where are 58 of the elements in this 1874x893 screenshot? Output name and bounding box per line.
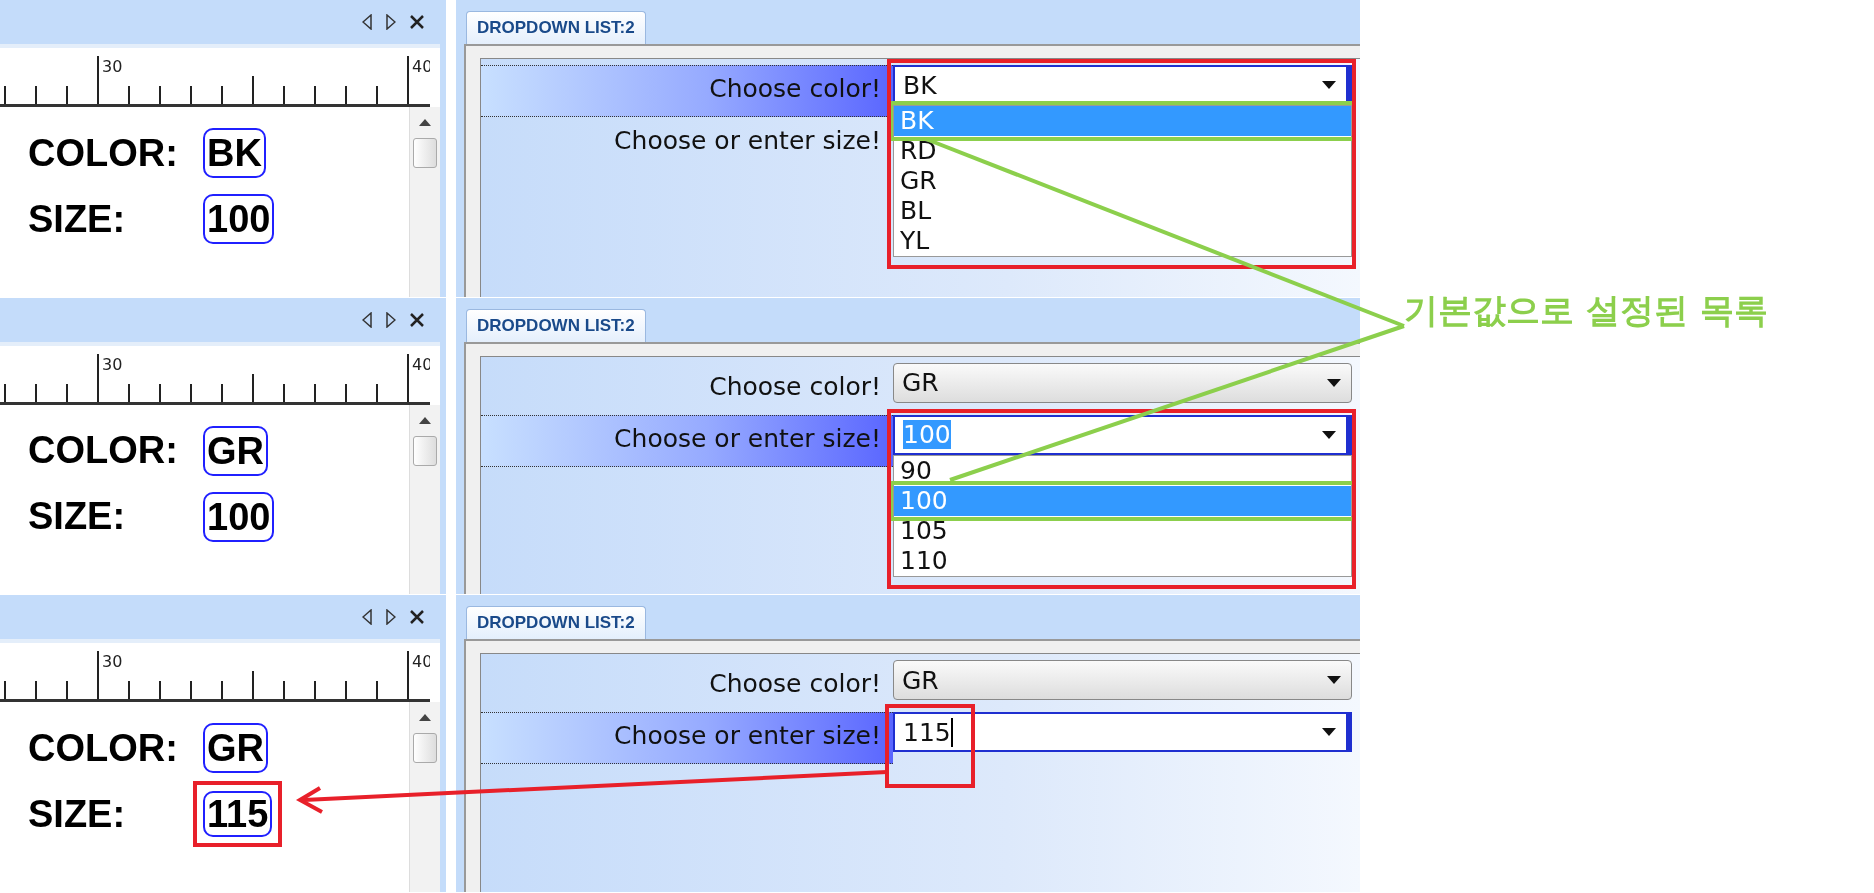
preview-value: 115 <box>203 791 273 838</box>
caret-icon <box>1327 676 1341 685</box>
dropdown-option[interactable]: YL <box>894 226 1351 256</box>
left-triangle-icon[interactable] <box>362 609 372 626</box>
field-label: Choose or enter size! <box>481 712 893 765</box>
scroll-up-icon[interactable] <box>419 416 431 424</box>
tab[interactable]: DROPDOWN LIST:2 <box>466 11 646 44</box>
right-triangle-icon[interactable] <box>386 609 396 626</box>
preview-value: 100 <box>203 491 275 542</box>
preview-label: SIZE: <box>28 495 127 539</box>
field-label: Choose color! <box>708 370 882 403</box>
tab[interactable]: DROPDOWN LIST:2 <box>466 308 646 342</box>
preview-label: COLOR: <box>28 429 179 473</box>
field-label: Choose or enter size! <box>481 414 893 467</box>
close-icon[interactable] <box>410 15 424 29</box>
combo-box[interactable]: 115 <box>893 712 1352 753</box>
preview-value: 100 <box>203 194 275 244</box>
right-triangle-icon[interactable] <box>386 311 396 328</box>
combo-box[interactable]: GR <box>893 362 1352 403</box>
ruler-label: 30 <box>102 354 123 374</box>
annotation-text: 기본값으로 설정된 목록 <box>1404 290 1768 330</box>
ruler-label: 30 <box>102 57 123 76</box>
dropdown-option[interactable]: 105 <box>894 515 1351 546</box>
caret-icon <box>1322 430 1336 439</box>
preview-label: SIZE: <box>28 792 127 836</box>
field-label: Choose color! <box>708 668 882 701</box>
close-icon[interactable] <box>410 610 424 625</box>
scroll-up-icon[interactable] <box>419 119 431 126</box>
scroll-thumb[interactable] <box>413 435 437 466</box>
left-triangle-icon[interactable] <box>362 311 372 328</box>
scroll-thumb[interactable] <box>413 733 437 764</box>
field-label: Choose color! <box>481 65 893 117</box>
close-icon[interactable] <box>410 312 424 327</box>
right-triangle-icon[interactable] <box>386 14 396 30</box>
scroll-thumb[interactable] <box>413 138 437 168</box>
dropdown-option[interactable]: 90 <box>894 455 1351 486</box>
dropdown-option[interactable]: RD <box>894 136 1351 166</box>
scrollbar[interactable] <box>409 404 440 595</box>
combo-box[interactable]: GR <box>893 660 1352 701</box>
preview-label: COLOR: <box>28 131 179 175</box>
dropdown-option[interactable]: BL <box>894 196 1351 226</box>
preview-value: GR <box>203 723 268 774</box>
preview-value: BK <box>203 128 266 178</box>
preview-label: SIZE: <box>28 197 127 241</box>
scrollbar[interactable] <box>409 702 440 892</box>
caret-icon <box>1322 81 1336 89</box>
scrollbar[interactable] <box>409 107 440 297</box>
caret-icon <box>1327 378 1341 387</box>
caret-icon <box>1322 728 1336 737</box>
dropdown-option[interactable]: 110 <box>894 545 1351 576</box>
scroll-up-icon[interactable] <box>419 714 431 722</box>
ruler-label: 30 <box>102 652 123 672</box>
dropdown-option[interactable]: GR <box>894 166 1351 196</box>
field-label: Choose or enter size! <box>613 125 882 157</box>
tab[interactable]: DROPDOWN LIST:2 <box>466 606 646 640</box>
preview-value: GR <box>203 425 268 476</box>
left-triangle-icon[interactable] <box>362 14 372 30</box>
preview-label: COLOR: <box>28 726 179 770</box>
